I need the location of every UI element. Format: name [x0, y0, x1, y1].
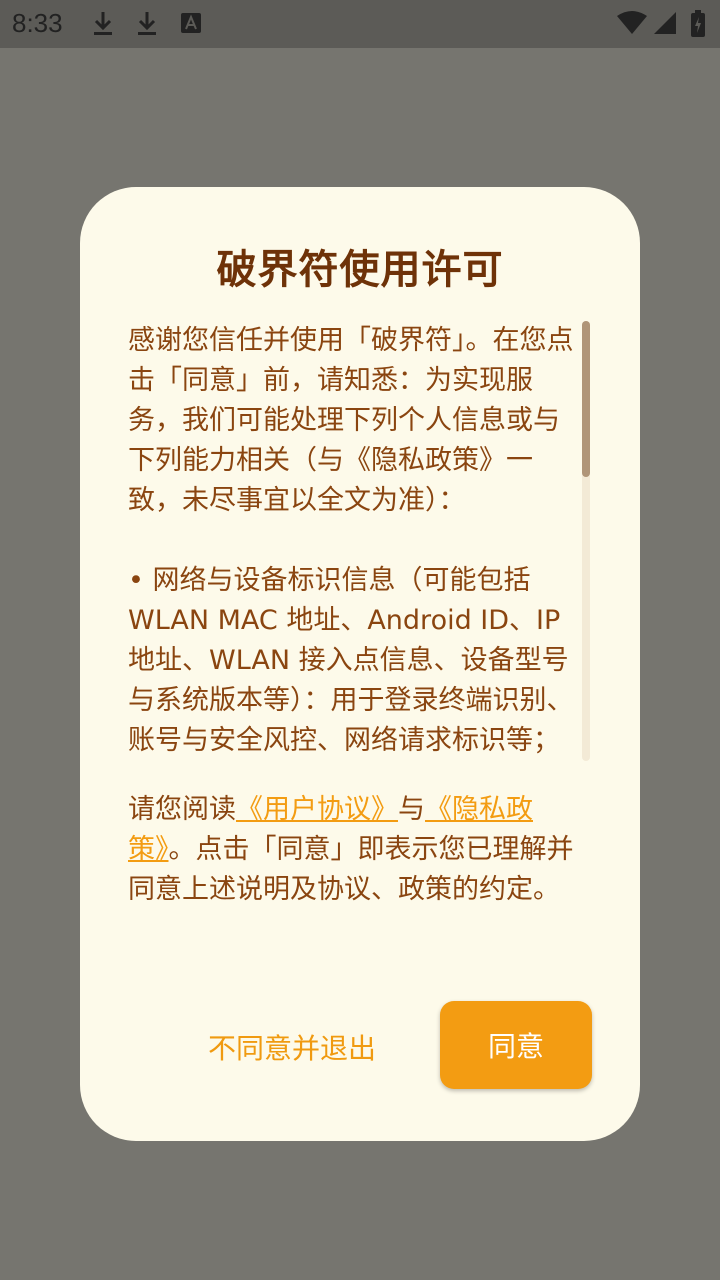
decline-exit-button[interactable]: 不同意并退出: [192, 1023, 392, 1071]
wifi-icon: [616, 10, 648, 40]
user-agreement-link[interactable]: 《用户协议》: [236, 794, 398, 825]
signal-icon: [652, 10, 678, 40]
terms-paragraph: 感谢您信任并使用「破界符」。在您点击「同意」前，请知悉：为实现服务，我们可能处理…: [128, 325, 574, 516]
download-icon: [136, 10, 158, 42]
dialog-title: 破界符使用许可: [216, 247, 504, 293]
status-time: 8:33: [12, 8, 63, 38]
battery-charging-icon: [690, 10, 706, 42]
consent-and: 与: [398, 794, 425, 825]
consent-text: 请您阅读《用户协议》与《隐私政策》。点击「同意」即表示您已理解并同意上述说明及协…: [128, 790, 598, 910]
consent-prefix: 请您阅读: [128, 794, 236, 825]
scrollbar-track[interactable]: [582, 321, 590, 761]
download-icon: [92, 10, 114, 42]
consent-suffix: 。点击「同意」即表示您已理解并同意上述说明及协议、政策的约定。: [128, 834, 574, 905]
terms-paragraph: • 网络与设备标识信息（可能包括 WLAN MAC 地址、Android ID、…: [128, 565, 574, 756]
accessibility-a-icon: [180, 10, 202, 40]
status-bar: 8:33: [0, 0, 720, 48]
scrollbar-thumb[interactable]: [582, 321, 590, 477]
license-dialog: 破界符使用许可 感谢您信任并使用「破界符」。在您点击「同意」前，请知悉：为实现服…: [80, 187, 640, 1141]
terms-scroll-area[interactable]: 感谢您信任并使用「破界符」。在您点击「同意」前，请知悉：为实现服务，我们可能处理…: [128, 321, 586, 761]
agree-button[interactable]: 同意: [440, 1001, 592, 1089]
